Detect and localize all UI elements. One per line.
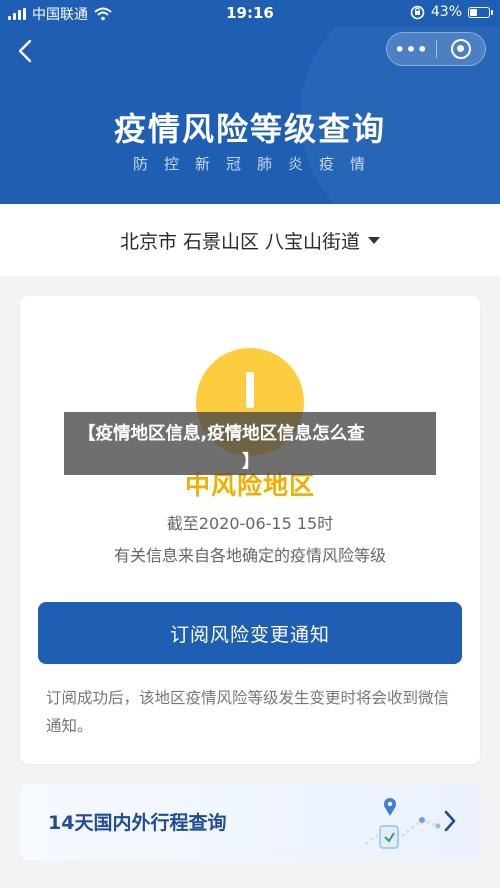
caption-line-1: 【疫情地区信息,疫情地区信息怎么查 — [78, 424, 365, 444]
caption-line-2: 】 — [242, 452, 260, 472]
status-bar: 中国联通 19:16 43% — [0, 0, 500, 26]
travel-query-label: 14天国内外行程查询 — [48, 812, 227, 834]
travel-query-card[interactable]: 14天国内外行程查询 — [20, 784, 480, 860]
subscribe-button[interactable]: 订阅风险变更通知 — [38, 602, 462, 664]
mini-program-capsule: ••• — [386, 32, 486, 66]
back-icon[interactable] — [14, 38, 38, 64]
route-map-icon — [365, 798, 441, 849]
battery-icon — [468, 6, 493, 18]
location-text: 北京市 石景山区 八宝山街道 — [119, 230, 361, 253]
source-text: 有关信息来自各地确定的疫情风险等级 — [113, 546, 386, 565]
location-selector[interactable]: 北京市 石景山区 八宝山街道 — [0, 204, 500, 276]
page-title: 疫情风险等级查询 — [113, 110, 386, 148]
chevron-right-icon — [444, 810, 456, 832]
risk-level-card: 中风险地区 截至2020-06-15 15时 有关信息来自各地确定的疫情风险等级… — [20, 296, 480, 764]
rotation-lock-icon — [410, 5, 425, 19]
battery-percent: 43% — [430, 4, 462, 20]
dropdown-caret-icon — [368, 236, 381, 244]
close-mini-program-button[interactable] — [437, 39, 485, 59]
page-header: ••• 疫情风险等级查询 防控新冠肺炎疫情 — [0, 26, 500, 204]
close-mini-program-icon — [450, 39, 471, 59]
deadline-text: 截至2020-06-15 15时 — [166, 514, 334, 533]
more-icon[interactable]: ••• — [387, 40, 436, 59]
subscribe-note: 订阅成功后，该地区疫情风险等级发生变更时将会收到微信通知。 — [46, 689, 450, 735]
watermark-caption: 【疫情地区信息,疫情地区信息怎么查 】 — [64, 412, 436, 475]
page-subtitle: 防控新冠肺炎疫情 — [132, 155, 381, 173]
